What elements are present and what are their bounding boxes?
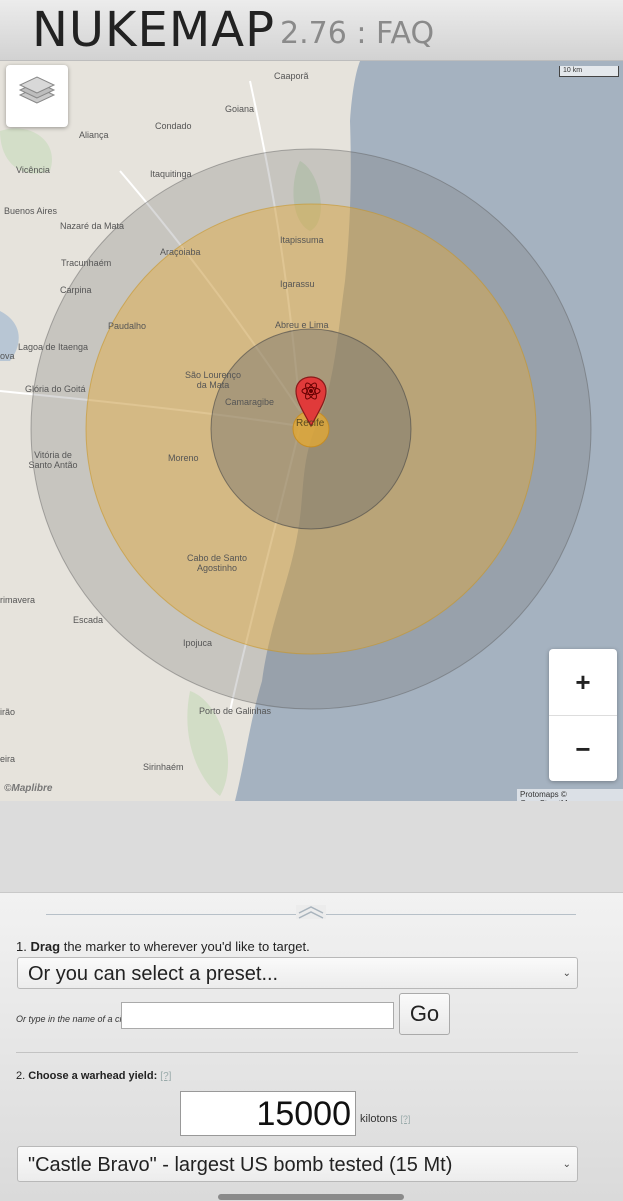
- chevron-down-icon: ⌄: [562, 1159, 571, 1170]
- map-scale: 10 km: [559, 66, 619, 77]
- step-number: 1.: [16, 939, 27, 954]
- city-label: Araçoiaba: [160, 247, 201, 257]
- yield-preset-value: "Castle Bravo" - largest US bomb tested …: [28, 1154, 453, 1176]
- layers-icon: [18, 76, 56, 104]
- city-label: Paudalho: [108, 321, 147, 331]
- city-input[interactable]: [121, 1002, 394, 1029]
- city-label: Porto de Galinhas: [199, 706, 272, 716]
- step2-instruction: 2. Choose a warhead yield: [?]: [16, 1070, 171, 1082]
- section-divider: [16, 1052, 578, 1053]
- city-label: Lagoa de Itaenga: [18, 342, 89, 352]
- city-label: Ipojuca: [183, 638, 213, 648]
- map-attribution[interactable]: Protomaps © OpenStreetMap: [517, 789, 623, 801]
- city-label: Condado: [155, 121, 192, 131]
- faq-link[interactable]: FAQ: [376, 16, 434, 51]
- yield-unit-label: kilotons: [360, 1113, 398, 1125]
- preset-select-value: Or you can select a preset...: [28, 963, 279, 985]
- yield-unit: kilotons [?]: [360, 1113, 410, 1125]
- help-link[interactable]: [?]: [400, 1114, 410, 1124]
- city-label: irão: [0, 707, 16, 717]
- city-label: Goiana: [225, 104, 255, 114]
- city-label: Camaragibe: [225, 397, 275, 407]
- step1-instruction: 1. Drag the marker to wherever you'd lik…: [16, 939, 310, 954]
- layers-button[interactable]: [6, 65, 68, 127]
- step-keyword: Drag: [30, 939, 61, 954]
- city-label: Glória do Goitá: [25, 384, 86, 394]
- help-link[interactable]: [?]: [160, 1071, 171, 1082]
- city-label: Nazaré da Mata: [60, 221, 125, 231]
- city-input-label: Or type in the name of a city:: [16, 1014, 132, 1024]
- step-keyword: Choose a warhead yield:: [28, 1070, 158, 1082]
- chevron-down-icon: ⌄: [562, 968, 571, 979]
- city-label: São Lourenço da Mata: [184, 370, 242, 390]
- chevron-up-icon[interactable]: [296, 905, 326, 919]
- city-label: Buenos Aires: [4, 206, 58, 216]
- home-indicator: [218, 1194, 404, 1200]
- city-label: Igarassu: [280, 279, 315, 289]
- step-text: the marker to wherever you'd like to tar…: [63, 939, 310, 954]
- city-label: Itaquitinga: [150, 169, 192, 179]
- city-label: eira: [0, 754, 16, 764]
- city-label: Tracunhaém: [61, 258, 112, 268]
- city-label: Itapissuma: [280, 235, 324, 245]
- city-label: ova: [0, 351, 15, 361]
- city-label: Sirinhaém: [143, 762, 184, 772]
- city-label: Vicência: [16, 165, 50, 175]
- city-label: Moreno: [168, 453, 199, 463]
- control-panel: 1. Drag the marker to wherever you'd lik…: [0, 892, 623, 1201]
- city-label: Carpina: [60, 285, 92, 295]
- zoom-control: + −: [549, 649, 617, 781]
- map-canvas: [0, 61, 623, 801]
- step-number: 2.: [16, 1070, 26, 1082]
- city-label: Abreu e Lima: [275, 320, 329, 330]
- yield-input[interactable]: 15000: [180, 1091, 356, 1136]
- city-label: rimavera: [0, 595, 36, 605]
- version-faq: 2.76 : FAQ: [280, 16, 434, 51]
- zoom-in-button[interactable]: +: [549, 649, 617, 716]
- zoom-out-button[interactable]: −: [549, 716, 617, 782]
- city-label: Caaporã: [274, 71, 309, 81]
- city-label: Aliança: [79, 130, 109, 140]
- maplibre-logo[interactable]: ©Maplibre: [4, 783, 53, 794]
- version-separator: :: [356, 16, 367, 51]
- version-number: 2.76: [280, 16, 347, 51]
- preset-select[interactable]: Or you can select a preset... ⌄: [17, 957, 578, 989]
- city-label: Cabo de Santo Agostinho: [186, 553, 248, 573]
- app-title[interactable]: NUKEMAP: [32, 2, 275, 58]
- yield-preset-select[interactable]: "Castle Bravo" - largest US bomb tested …: [17, 1146, 578, 1182]
- city-label: Escada: [73, 615, 104, 625]
- city-label: Vitória de Santo Antão: [28, 450, 78, 470]
- map-view[interactable]: Caaporã Goiana Condado Aliança Vicência …: [0, 61, 623, 801]
- city-label: Recife: [296, 418, 325, 429]
- app-header: NUKEMAP 2.76 : FAQ: [0, 0, 623, 61]
- go-button[interactable]: Go: [399, 993, 450, 1035]
